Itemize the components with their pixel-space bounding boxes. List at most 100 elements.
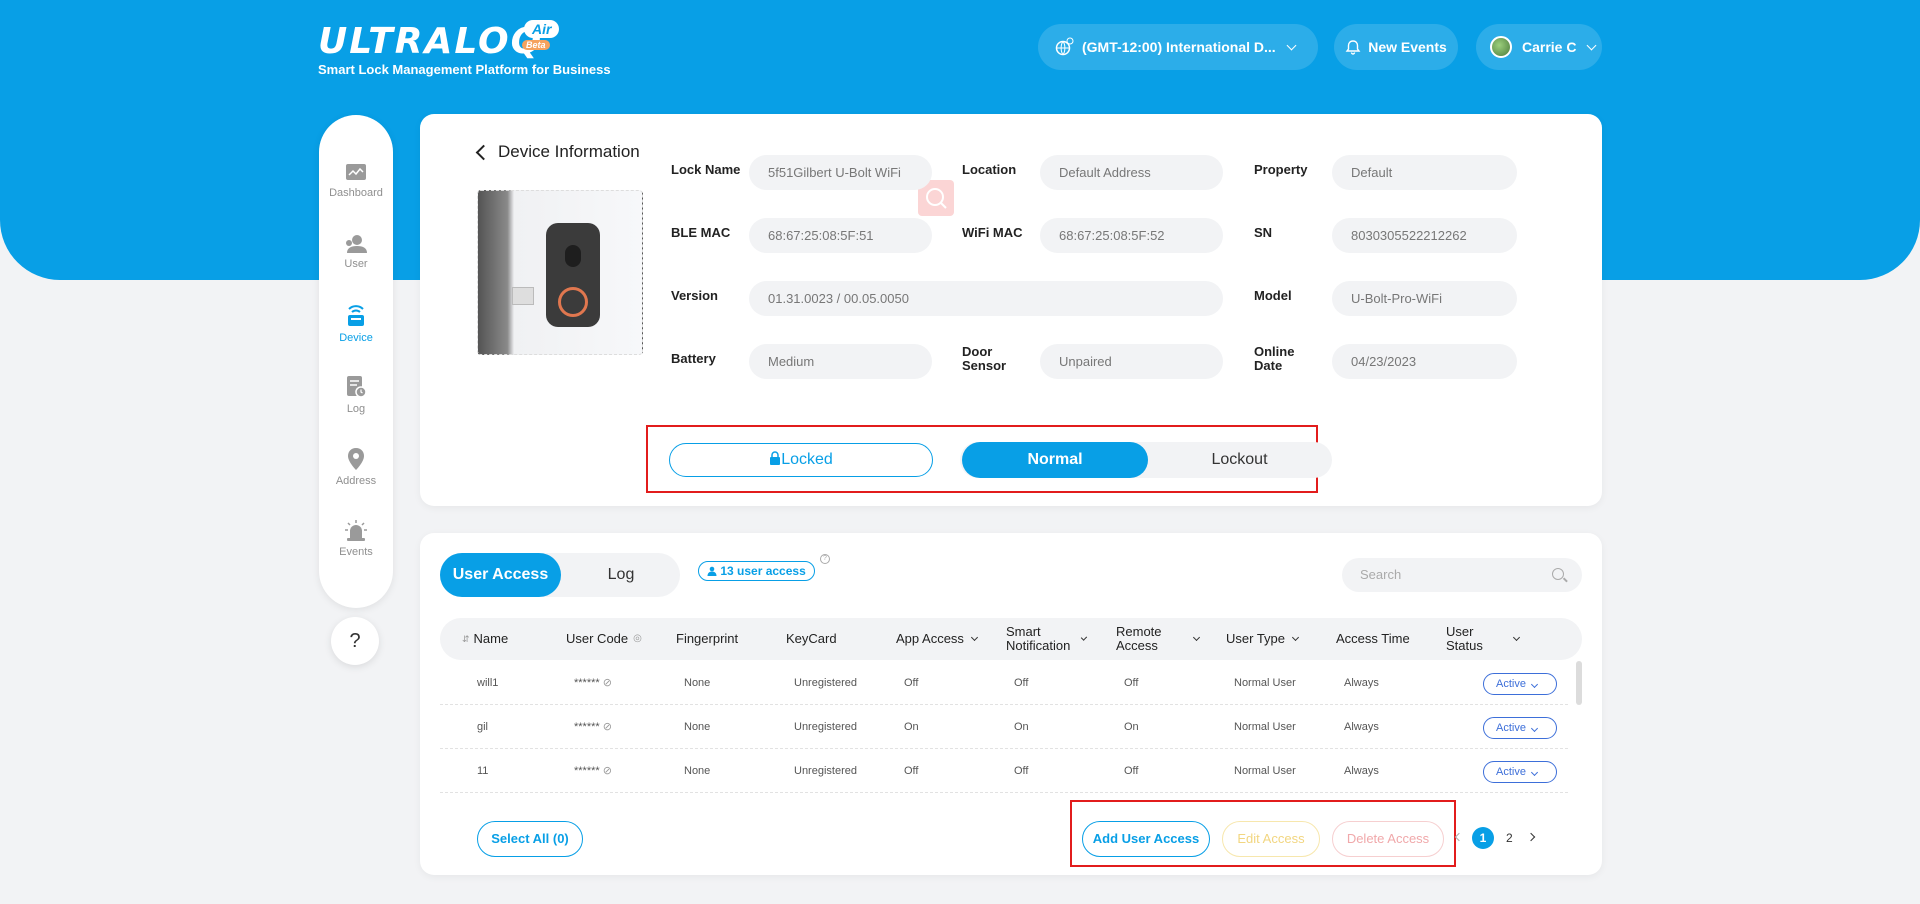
column-header-user-status[interactable]: User Status	[1446, 618, 1536, 660]
status-dropdown[interactable]: Active	[1483, 717, 1557, 739]
column-header-user-type[interactable]: User Type	[1226, 618, 1300, 660]
sidebar-item-device[interactable]: Device	[319, 304, 393, 344]
eye-off-icon[interactable]: ⊘	[603, 765, 612, 777]
property-label: Property	[1254, 162, 1308, 177]
location-field[interactable]: Default Address	[1040, 155, 1223, 190]
column-header-smart-notification[interactable]: Smart Notification	[1006, 618, 1088, 660]
door-latch	[512, 287, 534, 305]
lock-icon	[770, 451, 781, 465]
device-icon	[348, 305, 364, 326]
select-all-button[interactable]: Select All (0)	[477, 821, 583, 857]
cell-app-access: Off	[904, 677, 919, 689]
lock-name-label: Lock Name	[671, 162, 741, 177]
wifi-mac-field[interactable]: 68:67:25:08:5F:52	[1040, 218, 1223, 253]
sidebar-item-dashboard[interactable]: Dashboard	[319, 163, 393, 199]
sidebar-item-label: Dashboard	[329, 187, 383, 199]
user-access-card: User Access Log 13 user access ? Search …	[420, 533, 1602, 875]
table-row[interactable]: will1 ****** ⊘ None Unregistered Off Off…	[440, 661, 1568, 705]
new-events-button[interactable]: New Events	[1334, 24, 1458, 70]
cell-app-access: On	[904, 721, 919, 733]
column-label: User Type	[1226, 631, 1286, 646]
sn-field[interactable]: 8030305522212262	[1332, 218, 1517, 253]
sidebar-item-user[interactable]: User	[319, 234, 393, 270]
page-title: Device Information	[498, 142, 640, 161]
user-icon	[346, 235, 367, 253]
eye-off-icon[interactable]: ⊘	[603, 721, 612, 733]
column-header-keycard: KeyCard	[786, 631, 837, 646]
timezone-selector[interactable]: (GMT-12:00) International D...	[1038, 24, 1318, 70]
page-2-button[interactable]: 2	[1506, 831, 1513, 845]
ble-mac-field[interactable]: 68:67:25:08:5F:51	[749, 218, 932, 253]
chevron-down-icon	[1291, 633, 1300, 642]
cell-user-type: Normal User	[1234, 765, 1296, 777]
chevron-right-icon	[1526, 832, 1536, 842]
search-input[interactable]: Search	[1342, 558, 1582, 592]
search-icon	[1552, 568, 1564, 580]
column-label: Name	[473, 631, 509, 646]
lock-state-label: Locked	[781, 451, 833, 468]
cell-user-code: ****** ⊘	[574, 749, 612, 793]
table-scrollbar[interactable]	[1576, 661, 1582, 705]
status-dropdown[interactable]: Active	[1483, 673, 1557, 695]
tab-log[interactable]: Log	[562, 553, 680, 597]
lock-name-field[interactable]: 5f51Gilbert U-Bolt WiFi	[749, 155, 932, 190]
sidebar-item-address[interactable]: Address	[319, 447, 393, 487]
property-field[interactable]: Default	[1332, 155, 1517, 190]
info-icon[interactable]: ?	[820, 554, 830, 564]
brand-logo: ULTRALOQ	[318, 21, 544, 62]
column-header-app-access[interactable]: App Access	[896, 618, 978, 660]
model-field[interactable]: U-Bolt-Pro-WiFi	[1332, 281, 1517, 316]
chevron-down-icon	[1192, 633, 1201, 642]
battery-field[interactable]: Medium	[749, 344, 932, 379]
log-icon	[347, 376, 367, 398]
edit-access-button[interactable]: Edit Access	[1222, 821, 1320, 857]
table-row[interactable]: 11 ****** ⊘ None Unregistered Off Off Of…	[440, 749, 1568, 793]
sidebar-item-label: Events	[339, 546, 373, 558]
eye-off-icon[interactable]: ⊘	[603, 677, 612, 689]
column-header-remote-access[interactable]: Remote Access	[1116, 618, 1226, 660]
device-information-card: Device Information Lock Name 5f51Gilbert…	[420, 114, 1602, 506]
next-page-button[interactable]	[1526, 829, 1536, 843]
cell-keycard: Unregistered	[794, 765, 857, 777]
status-label: Active	[1496, 766, 1526, 778]
door-sensor-field[interactable]: Unpaired	[1040, 344, 1223, 379]
tab-user-access[interactable]: User Access	[440, 553, 561, 597]
sort-icon: ⇵	[462, 634, 470, 644]
eye-icon[interactable]: ◎	[633, 632, 642, 646]
cell-app-access: Off	[904, 765, 919, 777]
status-dropdown[interactable]: Active	[1483, 761, 1557, 783]
mode-lockout-button[interactable]: Lockout	[1147, 442, 1332, 478]
page-1-button[interactable]: 1	[1472, 827, 1494, 849]
back-button[interactable]: Device Information	[475, 142, 640, 162]
cell-keycard: Unregistered	[794, 721, 857, 733]
table-row[interactable]: gil ****** ⊘ None Unregistered On On On …	[440, 705, 1568, 749]
online-date-field[interactable]: 04/23/2023	[1332, 344, 1517, 379]
brand: ULTRALOQ Air Beta Smart Lock Management …	[318, 20, 611, 77]
user-menu[interactable]: Carrie C	[1476, 24, 1602, 70]
wifi-mac-label: WiFi MAC	[962, 225, 1023, 240]
prev-page-button[interactable]	[1454, 829, 1464, 843]
column-label: Remote Access	[1116, 624, 1162, 653]
new-events-label: New Events	[1368, 39, 1447, 55]
chevron-down-icon	[970, 633, 978, 642]
user-icon	[707, 566, 717, 576]
status-label: Active	[1496, 722, 1526, 734]
column-header-name[interactable]: ⇵ Name	[462, 618, 508, 660]
sidebar-item-label: Log	[346, 403, 366, 415]
help-button[interactable]: ?	[331, 617, 379, 665]
model-label: Model	[1254, 288, 1292, 303]
sidebar-item-log[interactable]: Log	[319, 375, 393, 415]
user-code-value: ******	[574, 677, 600, 689]
door-sensor-label: Door Sensor	[962, 344, 1007, 373]
sidebar-item-events[interactable]: Events	[319, 518, 393, 558]
cell-name: 11	[477, 765, 489, 777]
chevron-down-icon	[1286, 40, 1297, 50]
cell-remote-access: On	[1124, 721, 1139, 733]
brand-subtitle: Smart Lock Management Platform for Busin…	[318, 62, 611, 77]
add-user-access-button[interactable]: Add User Access	[1082, 821, 1210, 857]
search-placeholder: Search	[1360, 567, 1402, 582]
version-field[interactable]: 01.31.0023 / 00.05.0050	[749, 281, 1223, 316]
lock-state-button[interactable]: Locked	[669, 443, 933, 477]
delete-access-button[interactable]: Delete Access	[1332, 821, 1444, 857]
mode-normal-button[interactable]: Normal	[962, 442, 1148, 478]
